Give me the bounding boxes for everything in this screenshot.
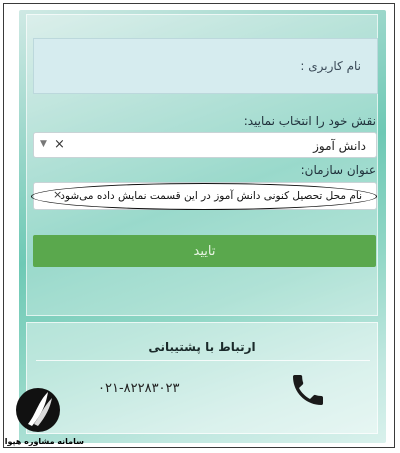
clear-icon[interactable]: × (54, 137, 65, 152)
org-clear-icon[interactable]: × (53, 188, 62, 201)
support-divider (36, 360, 370, 361)
role-selected-value: دانش آموز (313, 139, 366, 153)
org-value: نام محل تحصیل کنونی دانش آموز در این قسم… (60, 190, 362, 202)
org-label: عنوان سازمان: (300, 163, 376, 177)
confirm-button[interactable]: تایید (33, 235, 376, 267)
support-phone-number[interactable]: ۰۲۱-۸۲۲۸۳۰۲۳ (98, 381, 180, 396)
username-input[interactable]: نام کاربری : (33, 38, 378, 94)
username-placeholder: نام کاربری : (300, 59, 361, 73)
confirm-button-label: تایید (193, 243, 216, 259)
support-title: ارتباط با پشتیبانی (148, 340, 256, 354)
chevron-down-icon[interactable]: ▼ (40, 139, 47, 149)
phone-icon[interactable] (288, 370, 328, 410)
role-label: نقش خود را انتخاب نمایید: (243, 114, 376, 128)
org-field[interactable]: نام محل تحصیل کنونی دانش آموز در این قسم… (31, 182, 377, 210)
logo-caption: سامانه مشاوره هپوا (4, 437, 84, 446)
role-select[interactable]: دانش آموز × ▼ (33, 132, 377, 158)
